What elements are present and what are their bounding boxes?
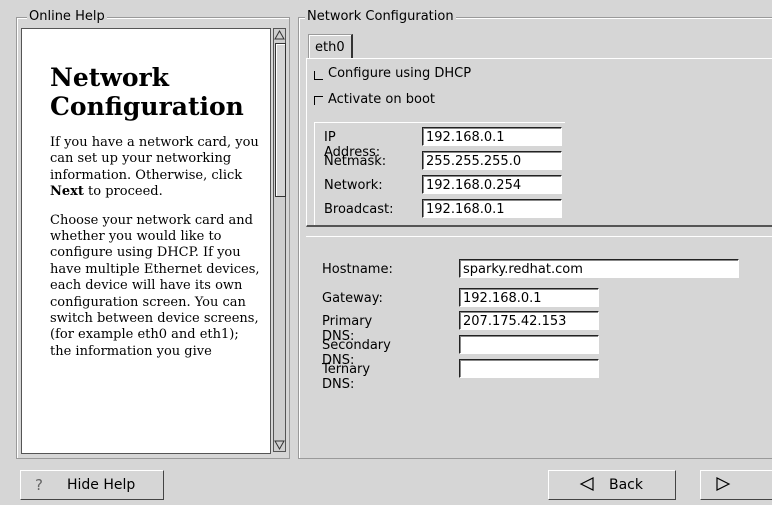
dhcp-checkbox-label: Configure using DHCP [328,66,472,81]
tab-eth0[interactable]: eth0 [308,34,353,59]
primary-dns-field[interactable]: 207.175.42.153 [459,311,599,330]
dhcp-checkbox[interactable]: Configure using DHCP [314,66,471,82]
help-next-keyword: Next [50,184,84,200]
ip-address-field[interactable]: 192.168.0.1 [422,127,562,146]
online-help-title: Online Help [27,9,107,25]
hostname-field[interactable]: sparky.redhat.com [459,259,739,278]
online-help-panel: Online Help Network Configuration If you… [16,9,290,459]
back-label: Back [609,477,643,493]
help-icon: ? [35,476,43,494]
next-button[interactable] [700,470,772,500]
hide-help-button[interactable]: ? Hide Help [20,470,164,500]
help-heading: Network Configuration [50,63,244,121]
help-paragraph-1: If you have a network card, you can set … [50,135,259,200]
help-paragraph-2: Choose your network card and whether you… [50,212,260,359]
network-label: Network: [324,178,383,193]
gateway-label: Gateway: [322,291,383,306]
help-scrollbar[interactable] [273,28,286,452]
network-field[interactable]: 192.168.0.254 [422,175,562,194]
scroll-down-arrow-icon[interactable] [274,439,285,451]
ternary-dns-label: Ternary DNS: [322,362,371,392]
broadcast-field[interactable]: 192.168.0.1 [422,199,562,218]
network-config-title: Network Configuration [305,9,456,25]
activate-on-boot-checkbox[interactable]: Activate on boot [314,92,435,108]
activate-on-boot-label: Activate on boot [328,92,435,107]
broadcast-label: Broadcast: [324,202,394,217]
scroll-up-arrow-icon[interactable] [274,29,285,41]
help-text-view[interactable]: Network Configuration If you have a netw… [21,28,271,454]
gateway-field[interactable]: 192.168.0.1 [459,288,599,307]
back-button[interactable]: Back [548,470,676,500]
tab-eth0-label: eth0 [315,40,345,55]
scroll-thumb[interactable] [275,43,286,197]
ternary-dns-field[interactable] [459,359,599,378]
netmask-field[interactable]: 255.255.255.0 [422,151,562,170]
checkbox-box-icon[interactable] [314,71,323,80]
netmask-label: Netmask: [324,154,387,169]
right-triangle-icon [715,476,731,496]
secondary-dns-field[interactable] [459,335,599,354]
hide-help-label: Hide Help [67,477,136,493]
hostname-label: Hostname: [322,262,393,277]
checkbox-box-icon[interactable] [314,96,323,105]
left-triangle-icon [579,476,595,496]
